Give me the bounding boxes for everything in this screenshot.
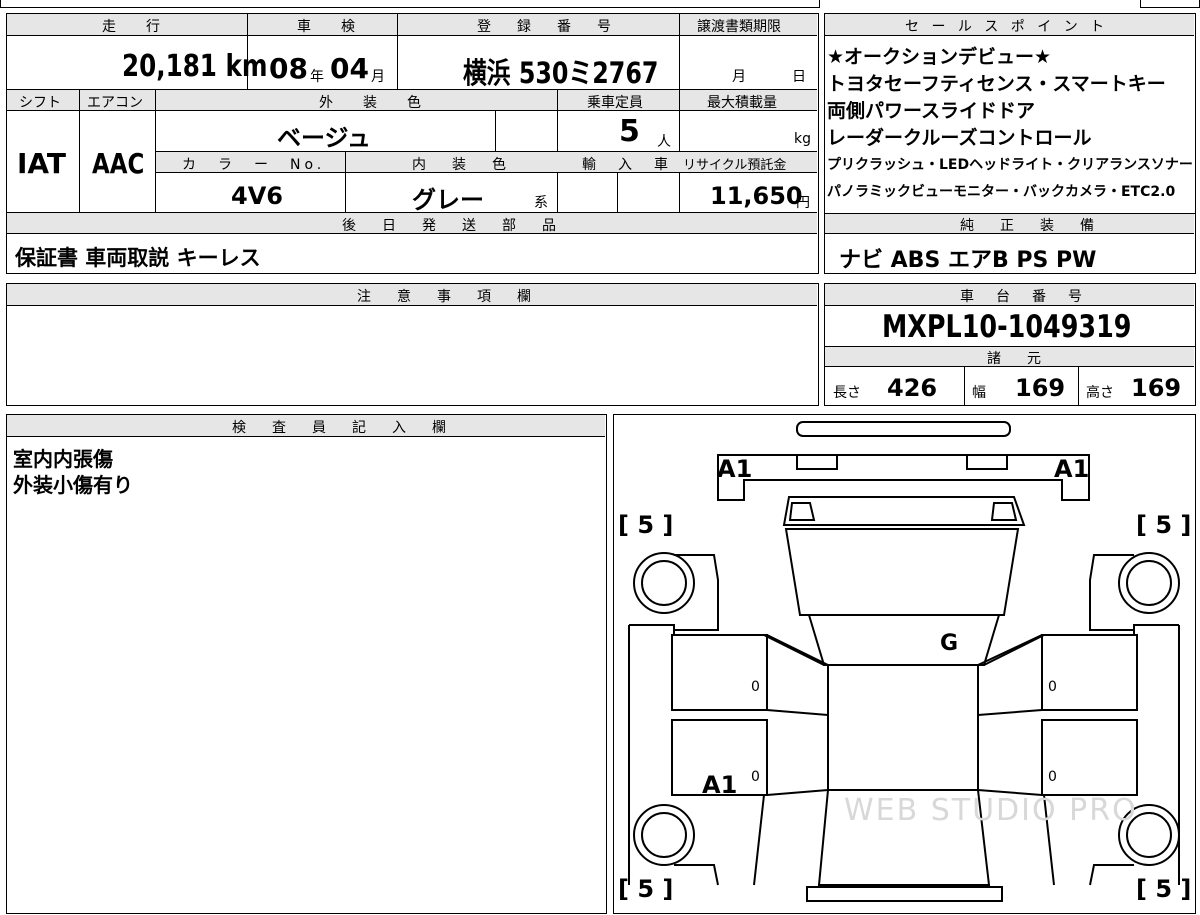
mark-front-right: A1 <box>1054 455 1090 483</box>
doc-month: 月 <box>732 69 746 85</box>
header-shift: シフト <box>19 95 61 111</box>
sales-point-line: レーダークルーズコントロール <box>827 127 1092 149</box>
header-import: 輸 入 車 <box>582 157 672 173</box>
int-color-suffix: 系 <box>534 195 548 211</box>
sales-point-line: プリクラッシュ・LEDヘッドライト・クリアランスソナー <box>827 157 1193 173</box>
recycle-fee-unit: 円 <box>796 195 810 211</box>
header-ac: エアコン <box>87 95 143 111</box>
header-shaken: 車 検 <box>297 19 363 35</box>
max-load-unit: kg <box>794 131 811 147</box>
header-doc-deadline: 譲渡書類期限 <box>697 19 781 35</box>
door-mark-right-rear: 0 <box>1048 769 1057 785</box>
doc-day: 日 <box>792 69 806 85</box>
height-label: 高さ <box>1086 385 1114 401</box>
car-damage-diagram: A1 A1 G A1 [ 5 ] [ 5 ] [ 5 ] [ 5 ] 0 0 0… <box>613 414 1196 914</box>
capacity-value: 5 <box>619 114 640 149</box>
capacity-unit: 人 <box>657 134 671 150</box>
ac-value: AAC <box>92 147 145 180</box>
sales-points-box: セ ー ル ス ポ イ ン ト ★オークションデビュー★ トヨタセーフティセンス・… <box>824 13 1196 274</box>
sales-point-line: トヨタセーフティセンス・スマートキー <box>827 73 1166 95</box>
length-value: 426 <box>887 374 938 402</box>
chassis-box: 車 台 番 号 MXPL10-1049319 諸 元 長さ 426 幅 169 … <box>824 283 1196 406</box>
chassis-header: 車 台 番 号 <box>960 289 1086 305</box>
recycle-fee-value: 11,650 <box>710 182 803 210</box>
header-later-parts: 後 日 発 送 部 品 <box>342 218 562 234</box>
shaken-month: 04 <box>330 52 369 85</box>
registration-number: 横浜 530ミ2767 <box>463 56 659 90</box>
header-recycle: リサイクル預託金 <box>683 158 787 173</box>
sales-point-line: 両側パワースライドドア <box>827 100 1036 122</box>
inspector-line-1: 室内内張傷 <box>13 447 113 471</box>
door-mark-left-rear: 0 <box>751 769 760 785</box>
mark-rear-left-door: A1 <box>702 771 738 799</box>
mark-front-left: A1 <box>717 455 753 483</box>
chassis-number: MXPL10-1049319 <box>882 309 1132 345</box>
width-label: 幅 <box>972 385 986 401</box>
notes-header: 注 意 事 項 欄 <box>357 289 537 305</box>
car-outline <box>628 421 1180 902</box>
genuine-equipment-value: ナビ ABS エアB PS PW <box>839 248 1097 273</box>
sales-point-line: ★オークションデビュー★ <box>827 46 1052 68</box>
shaken-month-unit: 月 <box>371 69 385 85</box>
header-reg: 登 録 番 号 <box>477 19 617 35</box>
shaken-year: 08 <box>269 52 308 85</box>
sales-points-list: ★オークションデビュー★ トヨタセーフティセンス・スマートキー 両側パワースライドド… <box>827 44 1193 206</box>
tire-right-front: [ 5 ] <box>1136 511 1192 539</box>
top-cut-row <box>0 0 820 8</box>
shift-value: IAT <box>17 147 67 180</box>
top-cut-row-right <box>1140 0 1200 8</box>
int-color-value: グレー <box>412 186 484 214</box>
door-mark-left-front: 0 <box>751 679 760 695</box>
door-mark-right-front: 0 <box>1048 679 1057 695</box>
watermark: WEB STUDIO PRO <box>844 793 1138 828</box>
inspector-line-2: 外装小傷有り <box>13 473 133 497</box>
width-value: 169 <box>1015 374 1066 402</box>
mileage-value: 20,181 km <box>122 49 268 84</box>
tire-right-rear: [ 5 ] <box>1136 875 1192 903</box>
mark-roof: G <box>940 631 959 656</box>
color-no-value: 4V6 <box>231 182 283 210</box>
length-label: 長さ <box>833 385 861 401</box>
tire-left-front: [ 5 ] <box>618 511 674 539</box>
header-int-color: 内 装 色 <box>412 157 512 173</box>
inspector-header: 検 査 員 記 入 欄 <box>232 420 452 436</box>
vehicle-info-grid: 走 行 車 検 登 録 番 号 譲渡書類期限 20,181 km 08 年 04… <box>6 13 819 274</box>
ext-color-value: ベージュ <box>277 124 371 152</box>
sales-points-header: セ ー ル ス ポ イ ン ト <box>905 19 1109 35</box>
height-value: 169 <box>1131 374 1182 402</box>
header-capacity: 乗車定員 <box>587 95 643 111</box>
later-parts-value: 保証書 車両取説 キーレス <box>15 246 261 270</box>
inspector-box: 検 査 員 記 入 欄 室内内張傷 外装小傷有り <box>6 414 607 914</box>
sales-point-line: パノラミックビューモニター・バックカメラ・ETC2.0 <box>827 184 1176 200</box>
header-max-load: 最大積載量 <box>707 95 777 111</box>
notes-box: 注 意 事 項 欄 <box>6 283 819 406</box>
tire-left-rear: [ 5 ] <box>618 875 674 903</box>
header-mileage: 走 行 <box>102 19 168 35</box>
header-color-no: カ ラ ー No. <box>182 157 326 173</box>
header-ext-color: 外 装 色 <box>319 95 429 111</box>
specs-header: 諸 元 <box>987 351 1047 367</box>
shaken-year-unit: 年 <box>310 69 324 85</box>
genuine-equipment-header: 純 正 装 備 <box>960 218 1100 234</box>
